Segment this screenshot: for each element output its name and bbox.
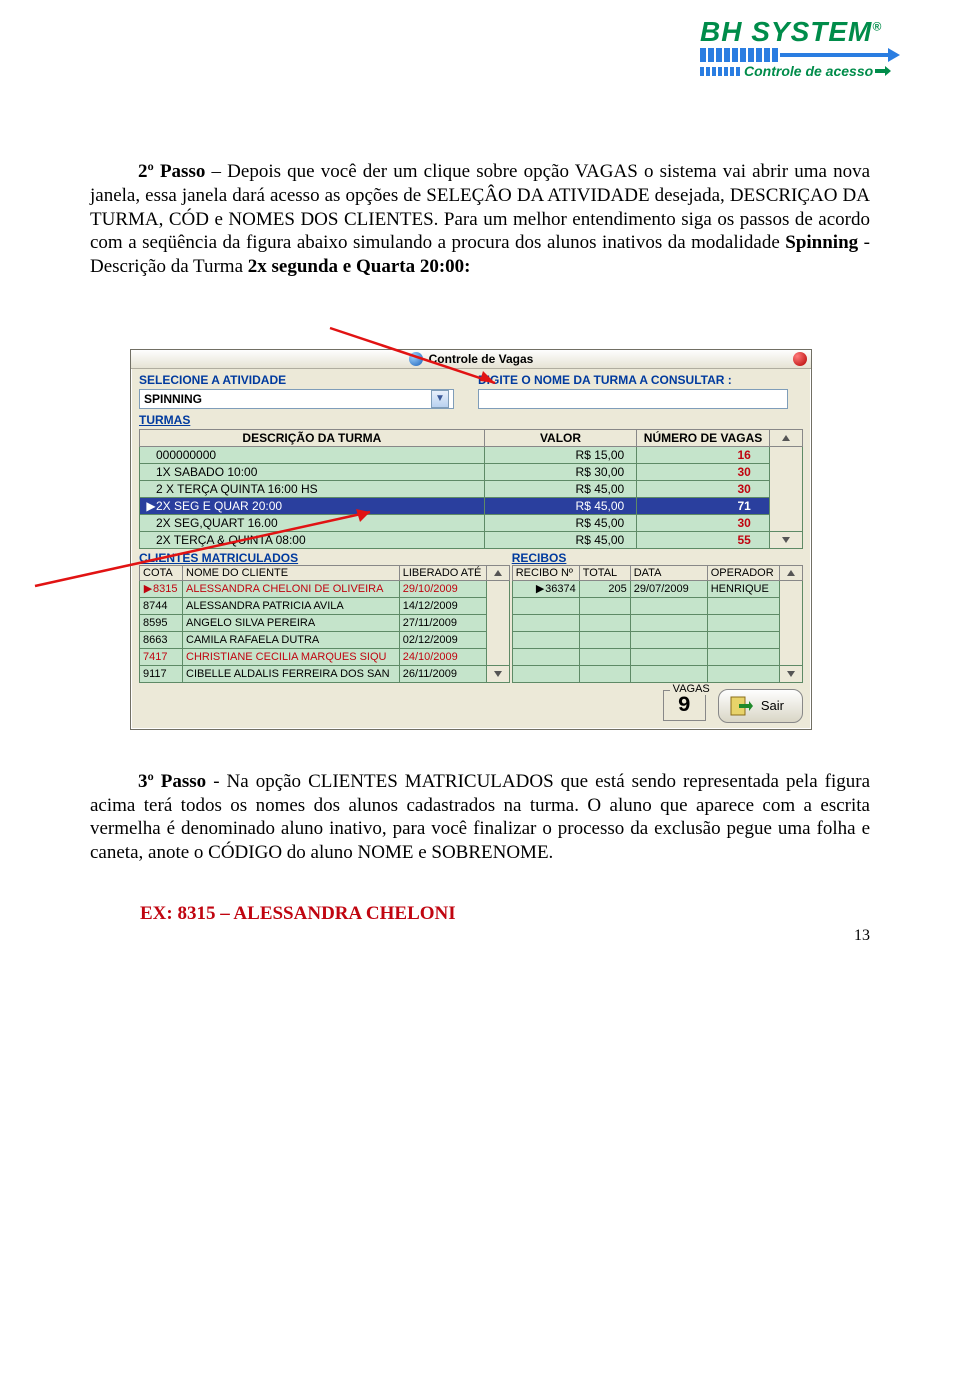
brand-logo: BH SYSTEM® Controle de acesso — [700, 18, 900, 78]
cliente-row[interactable]: 9117CIBELLE ALDALIS FERREIRA DOS SAN26/1… — [140, 665, 510, 682]
recibo-row-empty — [512, 614, 802, 631]
recibo-row-empty — [512, 648, 802, 665]
paragraph-step-2: 2º Passo – Depois que você der um clique… — [90, 160, 870, 279]
recibo-row-empty — [512, 597, 802, 614]
th-total: TOTAL — [579, 565, 630, 580]
recibos-header-row: RECIBO Nº TOTAL DATA OPERADOR — [512, 565, 802, 580]
cliente-row[interactable]: 8744ALESSANDRA PATRICIA AVILA14/12/2009 — [140, 597, 510, 614]
close-icon[interactable] — [793, 352, 807, 366]
vagas-counter: VAGAS 9 — [663, 690, 706, 721]
logo-main-text: BH SYSTEM® — [700, 18, 900, 46]
page-number: 13 — [854, 927, 870, 945]
activity-combo-value: SPINNING — [144, 390, 202, 408]
recibo-row-empty — [512, 665, 802, 682]
annotation-arrow-2 — [30, 464, 410, 594]
scroll-down-icon[interactable] — [780, 665, 803, 682]
logo-bars-icon — [700, 48, 900, 62]
recibos-table: RECIBO Nº TOTAL DATA OPERADOR ▶36374 205… — [512, 565, 803, 683]
paragraph-step-3: 3º Passo - Na opção CLIENTES MATRICULADO… — [90, 770, 870, 865]
scroll-up-icon[interactable] — [486, 565, 509, 580]
scroll-up-icon[interactable] — [769, 429, 802, 446]
exit-button-label: Sair — [761, 698, 784, 713]
scroll-down-icon[interactable] — [769, 531, 802, 548]
scroll-down-icon[interactable] — [486, 665, 509, 682]
exit-icon — [729, 694, 753, 718]
annotation-arrow-1 — [320, 323, 520, 443]
scroll-up-icon[interactable] — [780, 565, 803, 580]
cliente-row[interactable]: 8663CAMILA RAFAELA DUTRA02/12/2009 — [140, 631, 510, 648]
recibos-section-label: RECIBOS — [512, 551, 803, 565]
cliente-row[interactable]: 7417CHRISTIANE CECILIA MARQUES SIQU24/10… — [140, 648, 510, 665]
turmas-row[interactable]: 000000000 R$ 15,00 16 — [140, 446, 803, 463]
th-vagas: NÚMERO DE VAGAS — [637, 429, 770, 446]
recibo-row-empty — [512, 631, 802, 648]
th-operador: OPERADOR — [707, 565, 779, 580]
th-recibo-num: RECIBO Nº — [512, 565, 579, 580]
vagas-label: VAGAS — [670, 683, 713, 695]
recibo-row[interactable]: ▶36374 205 29/07/2009 HENRIQUE — [512, 580, 802, 597]
example-line: EX: 8315 – ALESSANDRA CHELONI — [140, 903, 870, 925]
th-liberado: LIBERADO ATÉ — [399, 565, 486, 580]
label-turma-name: DIGITE O NOME DA TURMA A CONSULTAR : — [478, 373, 803, 387]
exit-button[interactable]: Sair — [718, 689, 803, 723]
cliente-row[interactable]: 8595ANGELO SILVA PEREIRA27/11/2009 — [140, 614, 510, 631]
vagas-value: 9 — [678, 693, 691, 718]
logo-subtitle: Controle de acesso — [700, 64, 900, 78]
th-data: DATA — [630, 565, 707, 580]
turma-name-input[interactable] — [478, 389, 788, 409]
